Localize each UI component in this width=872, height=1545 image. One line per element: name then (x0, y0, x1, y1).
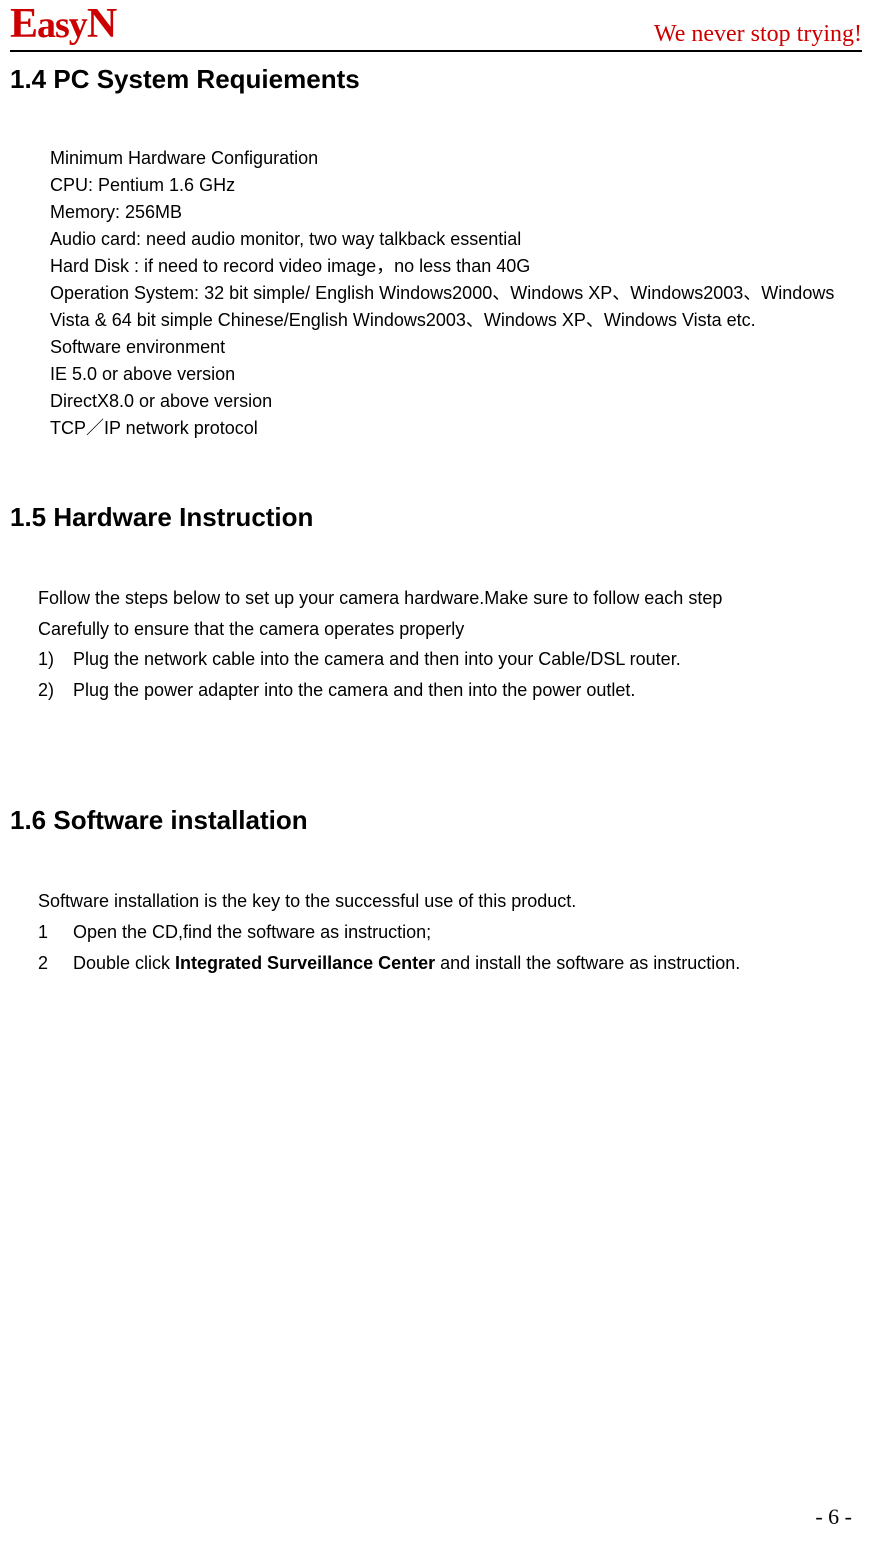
hw-line: Operation System: 32 bit simple/ English… (50, 280, 862, 334)
list-number: 1) (38, 644, 73, 675)
page-number: - 6 - (815, 1504, 852, 1530)
list-number: 1 (38, 917, 73, 948)
list-text: Plug the power adapter into the camera a… (73, 675, 862, 706)
logo: EasyN (10, 0, 116, 48)
list-number: 2) (38, 675, 73, 706)
step-pre: Double click (73, 953, 175, 973)
section-1-6-body: Software installation is the key to the … (10, 886, 862, 978)
intro-line: Carefully to ensure that the camera oper… (38, 614, 862, 645)
list-item: 1) Plug the network cable into the camer… (38, 644, 862, 675)
hw-line: Minimum Hardware Configuration (50, 145, 862, 172)
hw-line: Audio card: need audio monitor, two way … (50, 226, 862, 253)
hw-line: Memory: 256MB (50, 199, 862, 226)
tagline: We never stop trying! (654, 21, 862, 48)
list-text: Plug the network cable into the camera a… (73, 644, 862, 675)
heading-1-4: 1.4 PC System Requiements (10, 64, 862, 95)
list-item: 1 Open the CD,find the software as instr… (38, 917, 862, 948)
hw-line: CPU: Pentium 1.6 GHz (50, 172, 862, 199)
step-bold: Integrated Surveillance Center (175, 953, 435, 973)
list-item: 2 Double click Integrated Surveillance C… (38, 948, 862, 979)
heading-1-5: 1.5 Hardware Instruction (10, 502, 862, 533)
intro-line: Software installation is the key to the … (38, 886, 862, 917)
list-item: 2) Plug the power adapter into the camer… (38, 675, 862, 706)
hw-line: Hard Disk : if need to record video imag… (50, 253, 862, 280)
hw-line: TCP／IP network protocol (50, 415, 862, 442)
intro-line: Follow the steps below to set up your ca… (38, 583, 862, 614)
heading-1-6: 1.6 Software installation (10, 805, 862, 836)
hw-line: IE 5.0 or above version (50, 361, 862, 388)
list-text: Open the CD,find the software as instruc… (73, 917, 862, 948)
section-1-5-body: Follow the steps below to set up your ca… (10, 583, 862, 705)
page-header: EasyN We never stop trying! (10, 0, 862, 52)
list-number: 2 (38, 948, 73, 979)
section-1-4-body: Minimum Hardware Configuration CPU: Pent… (50, 145, 862, 442)
step-post: and install the software as instruction. (435, 953, 740, 973)
hw-line: DirectX8.0 or above version (50, 388, 862, 415)
hw-line: Software environment (50, 334, 862, 361)
step-pre: Open the CD,find the software as instruc… (73, 922, 431, 942)
list-text: Double click Integrated Surveillance Cen… (73, 948, 862, 979)
